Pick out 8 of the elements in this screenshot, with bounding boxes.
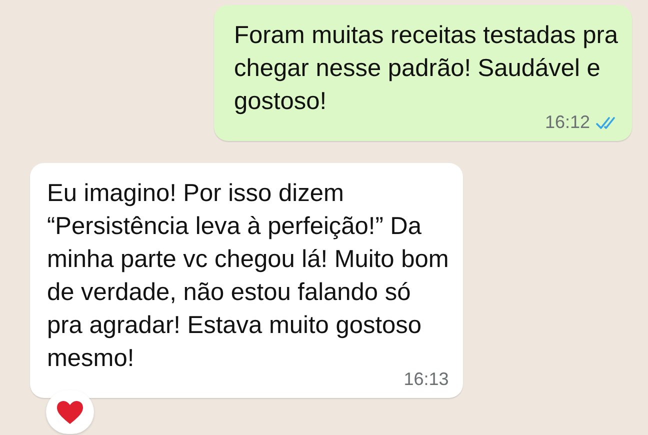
message-bubble[interactable]: Eu imagino! Por isso dizem “Persistência leva à perfeição!” Da minha parte vc chegou lá! Muito bom de verdade, não estou falando só pra agradar! Estava muito gostoso mesmo! 16:13 — [30, 163, 463, 398]
message-time: 16:12 — [544, 112, 590, 133]
message-bubble[interactable]: Foram muitas receitas testadas pra chegar nesse padrão! Saudável e gostoso! 16:12 — [214, 5, 632, 141]
message-text: Eu imagino! Por isso dizem “Persistência leva à perfeição!” Da minha parte vc chegou lá! Muito bom de verdade, não estou falando só pra agradar! Estava muito gostoso mesmo! — [47, 179, 449, 372]
heart-icon — [56, 400, 84, 424]
message-text: Foram muitas receitas testadas pra chegar nesse padrão! Saudável e gostoso! — [234, 21, 618, 115]
message-time: 16:13 — [404, 369, 449, 390]
reaction-badge[interactable] — [46, 390, 94, 434]
